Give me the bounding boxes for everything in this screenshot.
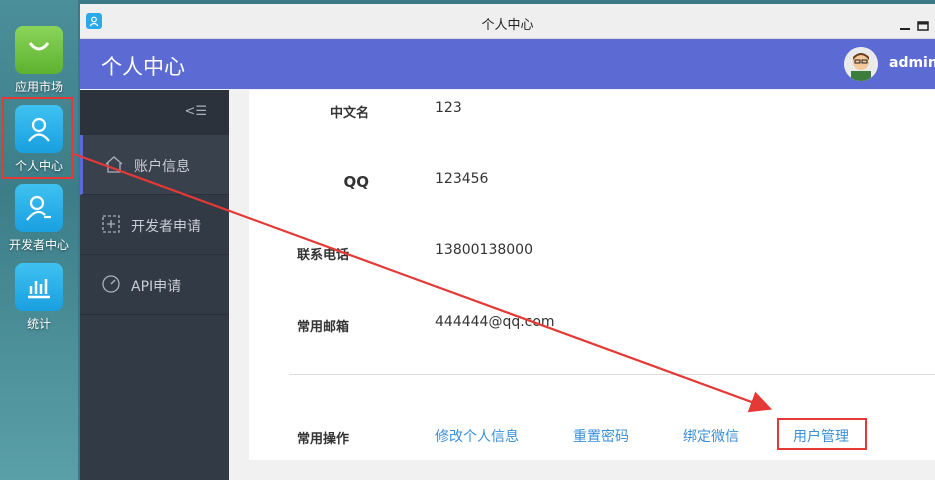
profile-card: 中文名 123 QQ 123456 联系电话 13800138000 常用邮箱 …: [249, 90, 935, 460]
bind-wechat-link[interactable]: 绑定微信: [683, 426, 739, 446]
dock-item-developer-center[interactable]: 开发者中心: [0, 184, 78, 253]
app-header: 个人中心 admin: [80, 39, 935, 89]
field-label-phone: 联系电话: [296, 248, 349, 263]
field-value-qq: 123456: [435, 171, 489, 187]
username[interactable]: admin: [889, 55, 935, 71]
bar-chart-icon: [15, 263, 63, 311]
dock-item-label: 应用市场: [14, 80, 63, 94]
dock-item-app-market[interactable]: 应用市场: [0, 26, 78, 95]
developer-icon: [15, 184, 63, 232]
title-bar: 个人中心: [80, 4, 935, 39]
sidebar-item-account-info[interactable]: 账户信息: [80, 135, 229, 195]
reset-password-link[interactable]: 重置密码: [573, 426, 629, 446]
sidebar-item-developer-apply[interactable]: 开发者申请: [80, 195, 229, 255]
field-value-email: 444444@qq.com: [435, 314, 555, 330]
field-label-email: 常用邮箱: [296, 320, 349, 335]
collapse-icon[interactable]: <☰: [184, 104, 207, 119]
minimize-icon[interactable]: [899, 16, 911, 30]
field-label-chinese-name: 中文名: [329, 106, 369, 121]
dock-item-label: 开发者中心: [8, 238, 69, 252]
field-label-qq: QQ: [343, 173, 369, 191]
dock-item-statistics[interactable]: 统计: [0, 263, 78, 332]
field-value-chinese-name: 123: [435, 100, 462, 116]
sidebar-item-label: 开发者申请: [131, 219, 201, 235]
highlight-box-user-management: [777, 418, 867, 450]
app-window: 个人中心 个人中心 admin <☰ 账户信息 开发者申请 API申请 中文名 …: [80, 4, 935, 480]
add-box-icon: [101, 214, 121, 234]
sidebar-item-label: 账户信息: [134, 159, 190, 175]
dock-item-label: 统计: [26, 317, 51, 331]
sidebar-item-api-apply[interactable]: API申请: [80, 255, 229, 315]
divider: [289, 374, 935, 375]
field-value-phone: 13800138000: [435, 242, 533, 258]
maximize-icon[interactable]: [917, 16, 929, 31]
sidebar-toggle[interactable]: <☰: [80, 90, 229, 135]
avatar[interactable]: [844, 47, 878, 81]
highlight-box-personal-center: [2, 97, 73, 179]
edit-profile-link[interactable]: 修改个人信息: [435, 426, 519, 446]
sidebar-item-label: API申请: [131, 279, 182, 295]
desktop-dock: 应用市场 个人中心 开发者中心 统计: [0, 0, 78, 480]
home-icon: [104, 154, 124, 174]
gauge-icon: [101, 274, 121, 294]
operations-label: 常用操作: [296, 432, 349, 447]
window-title: 个人中心: [481, 18, 534, 33]
main-content: 中文名 123 QQ 123456 联系电话 13800138000 常用邮箱 …: [229, 90, 935, 480]
sidebar: <☰ 账户信息 开发者申请 API申请: [80, 90, 229, 480]
shopping-bag-icon: [15, 26, 63, 74]
header-brand: 个人中心: [101, 55, 185, 79]
